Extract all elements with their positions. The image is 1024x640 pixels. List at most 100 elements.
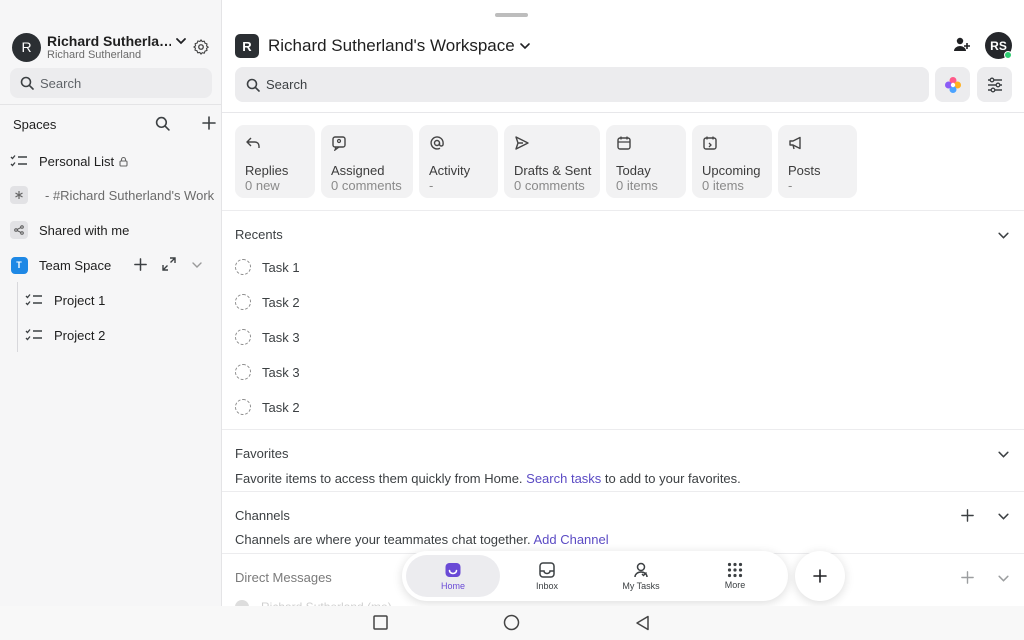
sliders-icon — [987, 77, 1002, 92]
channels-title: Channels — [235, 508, 290, 523]
chevron-down-icon[interactable] — [997, 448, 1010, 461]
lock-icon — [119, 156, 128, 167]
list-item[interactable]: Task 2 — [235, 292, 300, 312]
nav-label: Inbox — [535, 581, 559, 591]
chevron-down-icon[interactable] — [997, 572, 1010, 585]
sidebar-item-project-1[interactable]: Project 1 — [25, 288, 237, 312]
card-replies[interactable]: Replies 0 new — [235, 125, 315, 198]
card-sub: 0 new — [245, 178, 280, 193]
sidebar-item-label: Team Space — [39, 257, 112, 273]
task-status-icon[interactable] — [235, 294, 251, 310]
quick-cards: Replies 0 new Assigned 0 comments Activi… — [235, 125, 863, 199]
card-today[interactable]: Today 0 items — [606, 125, 686, 198]
sidebar-item-team-space[interactable]: T Team Space — [10, 253, 222, 277]
send-icon — [515, 136, 529, 150]
card-sub: 0 comments — [331, 178, 402, 193]
checklist-icon — [25, 291, 43, 309]
bottom-nav: Home Inbox My Tasks More — [402, 551, 788, 601]
channels-description: Channels are where your teammates chat t… — [235, 532, 609, 547]
at-icon — [430, 136, 444, 150]
nav-label: My Tasks — [622, 581, 660, 591]
nav-label: Home — [440, 581, 465, 591]
card-sub: 0 comments — [514, 178, 585, 193]
create-button[interactable] — [795, 551, 845, 601]
card-sub: - — [429, 178, 434, 193]
card-title: Upcoming — [702, 163, 761, 178]
ai-sparkle-icon — [944, 76, 961, 93]
card-title: Posts — [788, 163, 821, 178]
chevron-down-icon[interactable] — [997, 229, 1010, 242]
task-name: Task 2 — [262, 294, 300, 310]
megaphone-icon — [789, 136, 801, 150]
gear-icon[interactable] — [192, 38, 210, 56]
sidebar-item-project-2[interactable]: Project 2 — [25, 323, 237, 347]
sidebar-item-shared-with-me[interactable]: Shared with me — [10, 218, 222, 242]
task-status-icon[interactable] — [235, 364, 251, 380]
sidebar-item-label: Project 1 — [54, 292, 106, 308]
spaces-label: Spaces — [13, 116, 57, 132]
card-posts[interactable]: Posts - — [778, 125, 857, 198]
plus-icon — [813, 569, 827, 583]
assigned-icon — [332, 136, 346, 152]
chevron-down-icon[interactable] — [997, 510, 1010, 523]
home-icon — [445, 563, 461, 577]
sidebar-item-label: Shared with me — [39, 222, 130, 238]
list-item[interactable]: Task 3 — [235, 362, 300, 382]
sidebar-item-workspace-doc[interactable]: - #Richard Sutherland's Work — [10, 183, 222, 207]
calendar-upcoming-icon — [703, 136, 717, 150]
search-tasks-link[interactable]: Search tasks — [526, 471, 601, 486]
ai-button[interactable] — [935, 67, 970, 102]
back-icon[interactable] — [635, 615, 650, 631]
user-name: Richard Sutherland — [47, 49, 142, 61]
spaces-header: Spaces — [13, 114, 218, 134]
add-channel-link[interactable]: Add Channel — [533, 532, 608, 547]
nav-more[interactable]: More — [688, 555, 782, 597]
task-status-icon[interactable] — [235, 399, 251, 415]
chevron-down-icon — [519, 43, 530, 50]
nav-home[interactable]: Home — [406, 555, 500, 597]
task-name: Task 1 — [262, 259, 300, 275]
list-item[interactable]: Task 1 — [235, 257, 300, 277]
plus-icon[interactable] — [201, 115, 217, 131]
card-title: Assigned — [331, 163, 385, 178]
customize-button[interactable] — [977, 67, 1012, 102]
recents-title: Recents — [235, 227, 283, 242]
workspace-switcher[interactable]: R Richard Sutherla… Richard Sutherland — [12, 31, 212, 63]
favorites-text: Favorite items to access them quickly fr… — [235, 471, 527, 486]
checklist-icon — [10, 152, 28, 170]
workspace-name: Richard Sutherla… — [47, 33, 171, 49]
sidebar-search-input[interactable]: Search — [10, 68, 212, 98]
drag-handle[interactable] — [495, 13, 528, 17]
expand-icon[interactable] — [162, 257, 176, 271]
card-drafts-sent[interactable]: Drafts & Sent 0 comments — [504, 125, 600, 198]
plus-icon[interactable] — [960, 570, 975, 585]
tree-line — [17, 282, 18, 352]
recent-apps-icon[interactable] — [373, 615, 388, 630]
workspace-title-dropdown[interactable]: R Richard Sutherland's Workspace — [235, 33, 531, 59]
task-status-icon[interactable] — [235, 329, 251, 345]
nav-label: More — [724, 580, 746, 590]
sidebar-item-personal-list[interactable]: Personal List — [10, 149, 222, 173]
card-activity[interactable]: Activity - — [419, 125, 498, 198]
chevron-down-icon[interactable] — [191, 259, 203, 271]
checklist-icon — [25, 326, 43, 344]
list-item[interactable]: Task 3 — [235, 327, 300, 347]
favorites-title: Favorites — [235, 446, 289, 461]
chevron-down-icon[interactable] — [175, 35, 187, 47]
card-title: Replies — [245, 163, 289, 178]
task-status-icon[interactable] — [235, 259, 251, 275]
search-placeholder: Search — [266, 77, 308, 92]
plus-icon[interactable] — [133, 257, 148, 272]
search-icon[interactable] — [155, 116, 170, 131]
search-input[interactable]: Search — [235, 67, 929, 102]
home-circle-icon[interactable] — [503, 614, 520, 631]
plus-icon[interactable] — [960, 508, 975, 523]
grid-dots-icon — [727, 562, 743, 578]
channels-text: Channels are where your teammates chat t… — [235, 532, 534, 547]
nav-my-tasks[interactable]: My Tasks — [594, 555, 688, 597]
add-user-icon[interactable] — [953, 36, 971, 54]
list-item[interactable]: Task 2 — [235, 397, 300, 417]
card-upcoming[interactable]: Upcoming 0 items — [692, 125, 772, 198]
nav-inbox[interactable]: Inbox — [500, 555, 594, 597]
card-assigned[interactable]: Assigned 0 comments — [321, 125, 413, 198]
